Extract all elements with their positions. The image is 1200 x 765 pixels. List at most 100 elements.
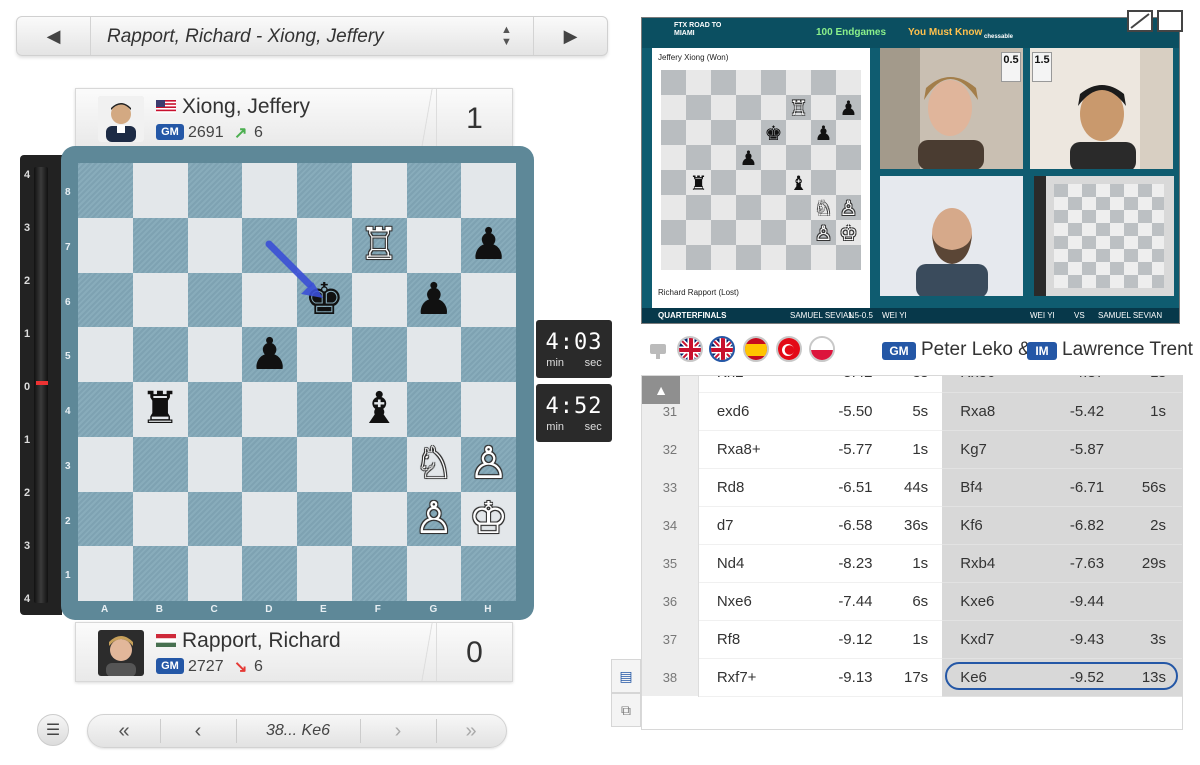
square-c2[interactable] [187,491,243,547]
square-e4[interactable] [297,382,352,437]
square-h7[interactable]: ♟ [461,217,516,273]
language-turkish[interactable] [776,336,802,362]
square-a2[interactable] [78,491,133,547]
square-d3[interactable] [242,436,297,492]
white-move[interactable]: Nd4 [698,544,801,583]
game-selector[interactable]: ◀ Rapport, Richard - Xiong, Jeffery ▲ ▼ ▶ [16,16,608,56]
white-pawn-piece[interactable]: ♙ [407,492,462,547]
white-move[interactable]: Rf8 [698,620,801,659]
game-dropdown-icon[interactable]: ▲ ▼ [501,24,512,48]
square-a7[interactable] [78,217,133,273]
square-b1[interactable] [132,546,188,601]
square-a5[interactable] [78,327,133,382]
square-f4[interactable]: ♝ [351,382,407,437]
white-move[interactable]: d7 [698,506,801,545]
moves-list-tab[interactable]: ▤ [611,659,641,693]
language-polish[interactable] [809,336,835,362]
square-d6[interactable] [242,272,297,328]
camera-icon[interactable] [645,336,671,362]
white-move[interactable]: exd6 [698,392,801,431]
black-pawn-piece[interactable]: ♟ [461,218,516,273]
black-move[interactable]: Rxa8 [942,392,1033,431]
square-f8[interactable] [351,163,407,218]
scroll-up-button[interactable]: ▲ [642,376,680,404]
square-c5[interactable] [187,327,243,382]
square-d4[interactable] [242,382,297,437]
black-move[interactable]: Rxb4 [942,544,1033,583]
square-c6[interactable] [187,272,243,328]
moves-table[interactable]: 30Kh2-5.423sRxe6-4.871s31exd6-5.505sRxa8… [641,375,1183,730]
square-a1[interactable] [78,546,133,601]
square-g2[interactable]: ♙ [406,491,462,547]
white-king-piece[interactable]: ♔ [461,492,516,547]
square-f5[interactable] [351,327,407,382]
black-move[interactable]: Kxe6 [942,582,1033,621]
square-c7[interactable] [187,217,243,273]
next-game-button[interactable]: ▶ [533,17,607,55]
white-move[interactable]: Rxf7+ [698,658,801,697]
square-a3[interactable] [78,436,133,492]
black-pawn-piece[interactable]: ♟ [242,327,297,382]
square-f6[interactable] [351,272,407,328]
square-b8[interactable] [132,163,188,218]
square-g8[interactable] [406,163,462,218]
language-english-uk[interactable] [709,336,735,362]
square-b6[interactable] [132,272,188,328]
square-b2[interactable] [132,491,188,547]
square-g4[interactable] [406,382,462,437]
square-e6[interactable]: ♚ [297,272,352,328]
black-rook-piece[interactable]: ♜ [133,382,188,437]
square-d5[interactable]: ♟ [242,327,297,382]
live-video-stream[interactable]: FTX ROAD TO MIAMI 100 Endgames You Must … [641,17,1180,324]
square-h1[interactable] [461,546,516,601]
square-h8[interactable] [461,163,516,218]
previous-game-button[interactable]: ◀ [17,17,91,55]
black-king-piece[interactable]: ♚ [297,273,352,328]
menu-button[interactable]: ☰ [37,714,69,746]
first-move-button[interactable]: « [88,715,160,747]
square-h5[interactable] [461,327,516,382]
chat-tab[interactable]: ⧉ [611,693,641,727]
black-move[interactable]: Kf6 [942,506,1033,545]
white-move[interactable]: Nxe6 [698,582,801,621]
white-rook-piece[interactable]: ♖ [352,218,407,273]
square-h3[interactable]: ♙ [461,436,516,492]
fullscreen-icon[interactable] [1157,10,1183,32]
white-knight-piece[interactable]: ♘ [407,437,462,492]
square-b5[interactable] [132,327,188,382]
square-b4[interactable]: ♜ [132,382,188,437]
square-h6[interactable] [461,272,516,328]
popout-icon[interactable] [1127,10,1153,32]
black-move[interactable]: Kg7 [942,430,1033,469]
square-d7[interactable] [242,217,297,273]
black-move[interactable]: Bf4 [942,468,1033,507]
square-g3[interactable]: ♘ [406,436,462,492]
white-pawn-piece[interactable]: ♙ [461,437,516,492]
square-h4[interactable] [461,382,516,437]
square-e5[interactable] [297,327,352,382]
square-f7[interactable]: ♖ [351,217,407,273]
black-move[interactable]: Rxe6 [942,376,1033,393]
black-pawn-piece[interactable]: ♟ [407,273,462,328]
white-move[interactable]: Kh2 [698,376,801,393]
last-move-button[interactable]: » [436,715,506,747]
square-c1[interactable] [187,546,243,601]
square-f3[interactable] [351,436,407,492]
square-d2[interactable] [242,491,297,547]
square-b3[interactable] [132,436,188,492]
square-e7[interactable] [297,217,352,273]
square-a6[interactable] [78,272,133,328]
previous-move-button[interactable]: ‹ [160,715,236,747]
language-spanish[interactable] [743,336,769,362]
square-h2[interactable]: ♔ [461,491,516,547]
square-g6[interactable]: ♟ [406,272,462,328]
square-d8[interactable] [242,163,297,218]
square-g7[interactable] [406,217,462,273]
square-c3[interactable] [187,436,243,492]
next-move-button[interactable]: › [360,715,436,747]
language-english-us[interactable] [677,336,703,362]
square-f2[interactable] [351,491,407,547]
square-g5[interactable] [406,327,462,382]
square-e1[interactable] [297,546,352,601]
square-c8[interactable] [187,163,243,218]
